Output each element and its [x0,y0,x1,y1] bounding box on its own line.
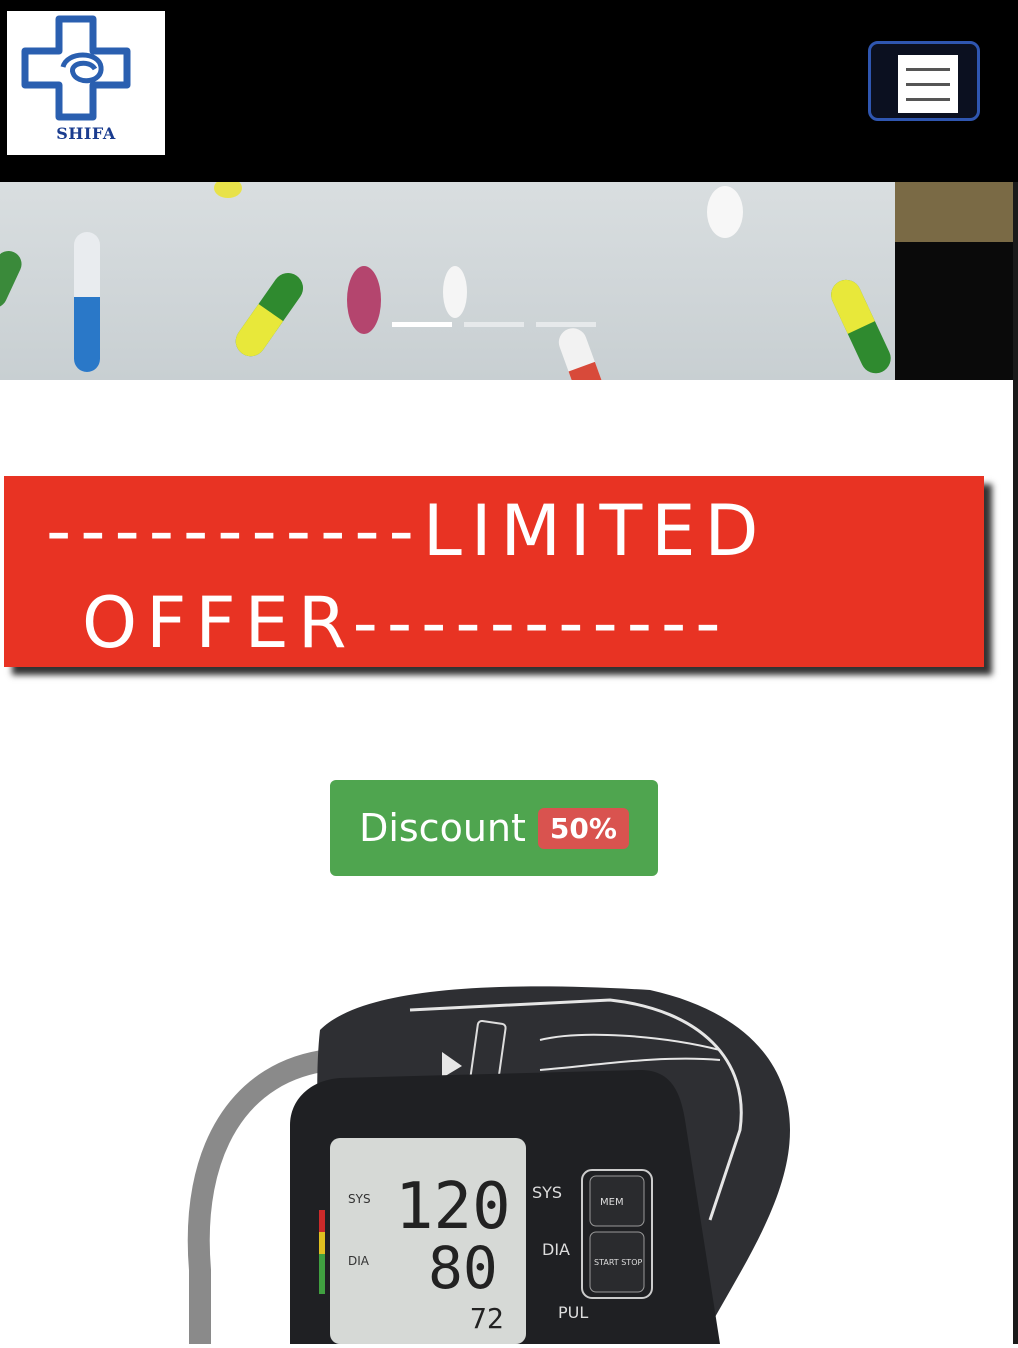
carousel-slide-pills [0,182,895,380]
side-pul-label: PUL [558,1303,588,1322]
side-sys-label: SYS [532,1183,562,1202]
product-image-bp-monitor[interactable]: SYS DIA 120 80 72 SYS DIA PUL MEM START … [180,970,820,1344]
blood-pressure-monitor-icon: SYS DIA 120 80 72 SYS DIA PUL MEM START … [187,986,790,1344]
discount-button[interactable]: Discount 50% [330,780,658,876]
offer-line-1: -----------LIMITED [46,490,768,572]
start-stop-label: START STOP [594,1258,642,1267]
discount-label: Discount [359,806,526,850]
medical-cross-icon [21,15,131,121]
carousel-indicator-2[interactable] [464,322,524,327]
screen-dia-value: 80 [428,1234,498,1302]
mem-button-label: MEM [600,1197,624,1208]
screen-dia-label: DIA [348,1254,370,1268]
menu-toggle-button[interactable] [868,41,980,121]
logo-text: SHIFA [56,124,116,143]
page-edge [1013,182,1018,1344]
top-navbar: SHIFA [0,0,1018,182]
hamburger-icon [898,55,958,113]
limited-offer-banner: -----------LIMITED OFFER----------- [4,476,984,667]
carousel-indicator-3[interactable] [536,322,596,327]
slide-next-image [895,182,1013,242]
site-logo[interactable]: SHIFA [7,11,165,155]
hero-carousel[interactable] [0,182,1013,380]
carousel-slide-next [895,182,1013,380]
screen-sys-label: SYS [348,1192,371,1206]
pills-image [0,182,891,380]
screen-pul-value: 72 [470,1302,504,1335]
carousel-indicator-1[interactable] [392,322,452,327]
offer-line-2: OFFER----------- [82,582,730,664]
side-dia-label: DIA [542,1240,570,1259]
screen-sys-value: 120 [395,1170,511,1244]
discount-badge: 50% [537,807,629,849]
